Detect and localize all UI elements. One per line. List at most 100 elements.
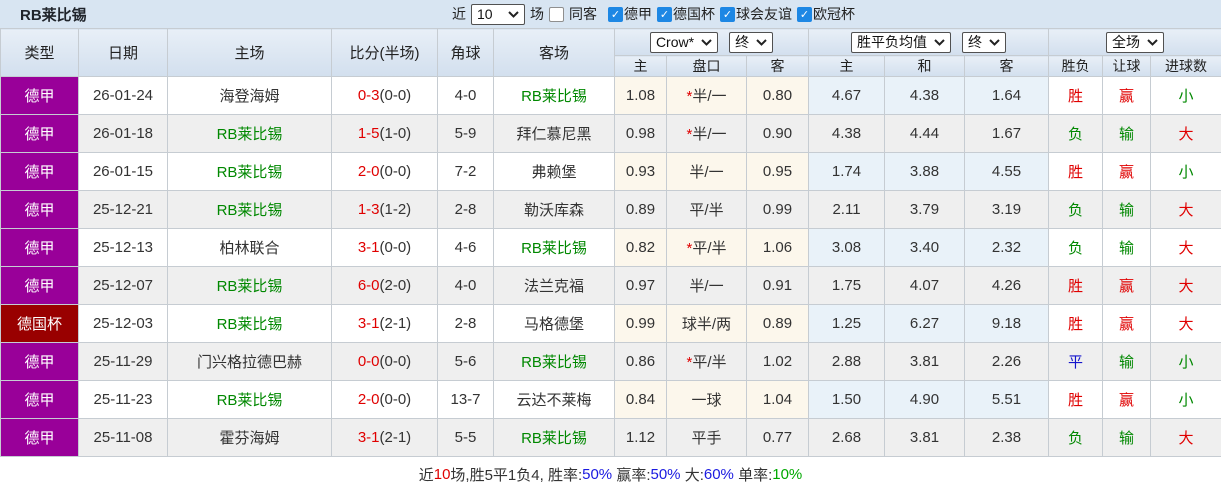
odds-draw: 4.44 (884, 114, 965, 153)
odds-win: 1.50 (808, 380, 885, 419)
handicap-home-odds: 0.93 (614, 152, 667, 191)
odds-lose: 5.51 (964, 380, 1049, 419)
spread-rate-label: 赢率: (612, 466, 651, 484)
same-opponent-checkbox[interactable] (549, 6, 564, 22)
goals-result-badge: 大 (1149, 190, 1221, 229)
table-row: 德国杯 25-12-03 RB莱比锡 3-1(2-1) 2-8 马格德堡 0.9… (0, 304, 1221, 343)
odds-lose: 1.67 (964, 114, 1049, 153)
spread-result-badge: 赢 (1102, 380, 1151, 419)
odds-win: 1.25 (808, 304, 885, 343)
goals-result-badge: 小 (1149, 342, 1221, 381)
subcol-handicap-line: 盘口 (666, 55, 747, 77)
handicap-away-odds: 1.06 (746, 228, 809, 267)
subcol-handicap-away: 客 (746, 55, 809, 77)
competition-filter-bundesliga: ✓ 德甲 (608, 4, 652, 24)
home-team: RB莱比锡 (167, 190, 332, 229)
chevron-down-icon (1147, 38, 1158, 46)
match-date: 25-11-29 (78, 342, 168, 381)
scope-select[interactable]: 全场 (1106, 31, 1165, 53)
handicap-stage-select[interactable]: 终 (729, 31, 774, 53)
dfb-pokal-label: 德国杯 (673, 6, 715, 22)
col-header-type: 类型 (0, 28, 79, 77)
bundesliga-checkbox[interactable]: ✓ (608, 6, 623, 22)
odds-draw: 4.90 (884, 380, 965, 419)
filter-controls: 近 10 场 同客 ✓ 德甲 ✓ 德国杯 ✓ 球会友谊 ✓ 欧冠杯 (452, 0, 855, 28)
corner-count: 5-6 (437, 342, 494, 381)
result-badge: 胜 (1048, 304, 1103, 343)
handicap-line: *平/半 (666, 228, 747, 267)
score-cell: 2-0(0-0) (331, 380, 438, 419)
away-team: RB莱比锡 (493, 228, 615, 267)
subcol-result: 胜负 (1048, 55, 1103, 77)
table-row: 德甲 25-11-08 霍芬海姆 3-1(2-1) 5-5 RB莱比锡 1.12… (0, 418, 1221, 457)
handicap-away-odds: 1.02 (746, 342, 809, 381)
odds-draw: 3.81 (884, 342, 965, 381)
home-team: RB莱比锡 (167, 152, 332, 191)
dfb-pokal-checkbox[interactable]: ✓ (657, 6, 672, 22)
summary-text: 近 (418, 466, 434, 484)
match-rows: 德甲 26-01-24 海登海姆 0-3(0-0) 4-0 RB莱比锡 1.08… (0, 76, 1221, 457)
spread-result-badge: 赢 (1102, 304, 1151, 343)
team-title: RB莱比锡 (20, 6, 87, 24)
corner-count: 4-0 (437, 266, 494, 305)
ucl-checkbox[interactable]: ✓ (797, 6, 812, 22)
home-team: 柏林联合 (167, 228, 332, 267)
match-date: 25-11-08 (78, 418, 168, 457)
1x2-stage-select[interactable]: 终 (962, 31, 1006, 53)
table-row: 德甲 25-12-21 RB莱比锡 1-3(1-2) 2-8 勒沃库森 0.89… (0, 190, 1221, 229)
spread-rate-value: 50% (650, 465, 681, 483)
corner-count: 4-0 (437, 76, 494, 115)
handicap-away-odds: 1.04 (746, 380, 809, 419)
table-row: 德甲 25-12-13 柏林联合 3-1(0-0) 4-6 RB莱比锡 0.82… (0, 228, 1221, 267)
corner-count: 7-2 (437, 152, 494, 191)
handicap-away-odds: 0.91 (746, 266, 809, 305)
score-cell: 1-3(1-2) (331, 190, 438, 229)
away-team: RB莱比锡 (493, 76, 615, 115)
col-header-home: 主场 (167, 28, 332, 77)
subcol-handicap-home: 主 (614, 55, 667, 77)
over-rate-value: 60% (703, 465, 734, 483)
home-team: RB莱比锡 (167, 380, 332, 419)
chevron-down-icon (508, 10, 519, 18)
match-date: 25-12-07 (78, 266, 168, 305)
goals-result-badge: 小 (1149, 76, 1221, 115)
competition-badge: 德甲 (0, 266, 79, 305)
goals-result-badge: 大 (1149, 114, 1221, 153)
over-rate-label: 大: (680, 466, 704, 484)
score-cell: 2-0(0-0) (331, 152, 438, 191)
spread-result-badge: 赢 (1102, 76, 1151, 115)
competition-badge: 德国杯 (0, 304, 79, 343)
goals-result-badge: 大 (1149, 304, 1221, 343)
subcol-goals: 进球数 (1149, 55, 1221, 77)
subcol-odds-lose: 客 (964, 55, 1049, 77)
matches-unit-label: 场 (530, 6, 544, 22)
odds-lose: 1.64 (964, 76, 1049, 115)
odds-win: 2.68 (808, 418, 885, 457)
table-row: 德甲 25-12-07 RB莱比锡 6-0(2-0) 4-0 法兰克福 0.97… (0, 266, 1221, 305)
chevron-down-icon (989, 38, 1000, 46)
competition-badge: 德甲 (0, 190, 79, 229)
result-badge: 负 (1048, 228, 1103, 267)
handicap-line: 平手 (666, 418, 747, 457)
odds-type-select[interactable]: 胜平负均值 (851, 31, 951, 53)
away-team: 拜仁慕尼黑 (493, 114, 615, 153)
home-team: RB莱比锡 (167, 304, 332, 343)
goals-result-badge: 小 (1149, 152, 1221, 191)
score-cell: 0-3(0-0) (331, 76, 438, 115)
result-badge: 负 (1048, 114, 1103, 153)
spread-result-badge: 输 (1102, 228, 1151, 267)
odds-win: 2.11 (808, 190, 885, 229)
friendly-label: 球会友谊 (736, 6, 792, 22)
odds-lose: 2.26 (964, 342, 1049, 381)
table-row: 德甲 26-01-24 海登海姆 0-3(0-0) 4-0 RB莱比锡 1.08… (0, 76, 1221, 115)
col-header-score: 比分(半场) (331, 28, 438, 77)
odds-draw: 4.38 (884, 76, 965, 115)
odds-lose: 3.19 (964, 190, 1049, 229)
result-group-header: 全场 (1047, 28, 1221, 56)
handicap-line: 球半/两 (666, 304, 747, 343)
friendly-checkbox[interactable]: ✓ (720, 6, 735, 22)
match-count-select[interactable]: 10 (471, 3, 525, 25)
bookmaker-select[interactable]: Crow* (649, 31, 719, 53)
odds-win: 1.74 (808, 152, 885, 191)
home-team: 门兴格拉德巴赫 (167, 342, 332, 381)
